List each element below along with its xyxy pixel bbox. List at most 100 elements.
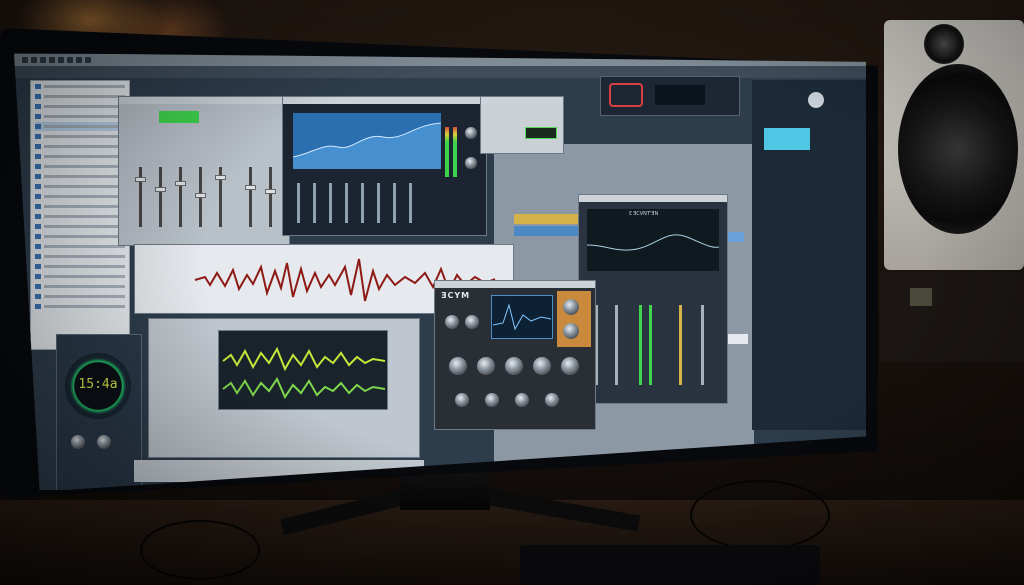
- fader-icon[interactable]: [245, 167, 256, 227]
- list-item[interactable]: [35, 282, 125, 291]
- knob-icon[interactable]: [485, 393, 499, 407]
- folder-icon: [35, 154, 41, 159]
- audio-clip[interactable]: [514, 214, 584, 224]
- eq-curve: [293, 122, 441, 169]
- knob-icon[interactable]: [808, 92, 824, 108]
- analyzer-window[interactable]: Ɛ ƎCVNT'ƎN: [578, 194, 728, 404]
- knob-icon[interactable]: [515, 393, 529, 407]
- channel-strip-panel[interactable]: [752, 80, 866, 430]
- record-icon[interactable]: [85, 57, 91, 63]
- fader-icon[interactable]: [409, 183, 412, 223]
- knob-icon[interactable]: [465, 127, 477, 139]
- small-plugin-window[interactable]: [480, 96, 564, 154]
- transport-panel[interactable]: [600, 76, 740, 116]
- list-item[interactable]: [35, 242, 125, 251]
- knob-icon[interactable]: [505, 357, 523, 375]
- fader-icon[interactable]: [615, 305, 618, 385]
- knob-icon[interactable]: [563, 299, 579, 315]
- edit-icon[interactable]: [40, 57, 46, 63]
- list-item[interactable]: [35, 172, 125, 181]
- fader-icon[interactable]: [701, 305, 704, 385]
- list-item[interactable]: [35, 222, 125, 231]
- speaker-base: [880, 272, 1024, 362]
- list-item[interactable]: [35, 112, 125, 121]
- folder-icon: [35, 174, 41, 179]
- knob-icon[interactable]: [533, 357, 551, 375]
- fader-icon[interactable]: [361, 183, 364, 223]
- fader-icon[interactable]: [155, 167, 166, 227]
- app-icon[interactable]: [22, 57, 28, 63]
- folder-icon: [35, 104, 41, 109]
- synth-plugin-window[interactable]: ƎCYM: [434, 280, 596, 430]
- keyboard: [520, 545, 820, 585]
- item-label: [44, 195, 125, 198]
- knob-icon[interactable]: [71, 435, 85, 449]
- knob-icon[interactable]: [465, 315, 479, 329]
- tools-icon[interactable]: [58, 57, 64, 63]
- item-label: [44, 205, 125, 208]
- item-label: [44, 145, 125, 148]
- knob-icon[interactable]: [445, 315, 459, 329]
- list-item[interactable]: [35, 292, 125, 301]
- audio-clip[interactable]: [514, 226, 584, 236]
- fader-icon[interactable]: [649, 305, 652, 385]
- list-item[interactable]: [35, 182, 125, 191]
- window-titlebar[interactable]: [283, 97, 486, 104]
- knob-icon[interactable]: [477, 357, 495, 375]
- list-item[interactable]: [35, 212, 125, 221]
- analyzer-curve: [587, 234, 719, 251]
- fader-icon[interactable]: [639, 305, 642, 385]
- item-label: [44, 275, 125, 278]
- list-item[interactable]: [35, 82, 125, 91]
- fader-icon[interactable]: [265, 167, 276, 227]
- window-titlebar[interactable]: [579, 195, 727, 202]
- list-item[interactable]: [35, 192, 125, 201]
- fader-icon[interactable]: [377, 183, 380, 223]
- list-item[interactable]: [35, 92, 125, 101]
- mixer-window[interactable]: [118, 96, 290, 246]
- knob-icon[interactable]: [545, 393, 559, 407]
- fader-icon[interactable]: [679, 305, 682, 385]
- knob-icon[interactable]: [465, 157, 477, 169]
- list-item[interactable]: [35, 272, 125, 281]
- fader-icon[interactable]: [135, 167, 146, 227]
- knob-icon[interactable]: [449, 357, 467, 375]
- knob-icon[interactable]: [97, 435, 111, 449]
- tuner-window[interactable]: 15:4a: [56, 334, 142, 490]
- level-dial: 15:4a: [65, 353, 131, 419]
- list-item[interactable]: [35, 162, 125, 171]
- folder-icon: [35, 214, 41, 219]
- stop-icon[interactable]: [76, 57, 82, 63]
- list-item[interactable]: [35, 132, 125, 141]
- file-icon[interactable]: [31, 57, 37, 63]
- fader-icon[interactable]: [393, 183, 396, 223]
- list-item[interactable]: [35, 232, 125, 241]
- fader-icon[interactable]: [313, 183, 316, 223]
- eq-plugin-window[interactable]: [282, 96, 487, 236]
- list-item[interactable]: [35, 252, 125, 261]
- list-item[interactable]: [35, 302, 125, 311]
- fader-icon[interactable]: [215, 167, 226, 227]
- knob-icon[interactable]: [561, 357, 579, 375]
- list-item[interactable]: [35, 262, 125, 271]
- fader-icon[interactable]: [345, 183, 348, 223]
- item-label: [44, 285, 125, 288]
- fader-icon[interactable]: [297, 183, 300, 223]
- list-item[interactable]: [35, 102, 125, 111]
- list-item[interactable]: [35, 152, 125, 161]
- fader-icon[interactable]: [329, 183, 332, 223]
- knob-icon[interactable]: [563, 323, 579, 339]
- window-titlebar[interactable]: [481, 97, 563, 104]
- window-titlebar[interactable]: [119, 97, 289, 104]
- window-titlebar[interactable]: [435, 281, 595, 288]
- fader-icon[interactable]: [195, 167, 206, 227]
- play-icon[interactable]: [67, 57, 73, 63]
- knob-icon[interactable]: [455, 393, 469, 407]
- view-icon[interactable]: [49, 57, 55, 63]
- item-label: [44, 255, 125, 258]
- file-browser[interactable]: [30, 80, 130, 350]
- list-item[interactable]: [35, 202, 125, 211]
- fader-icon[interactable]: [175, 167, 186, 227]
- list-item[interactable]: [35, 142, 125, 151]
- list-item-selected[interactable]: [35, 122, 125, 131]
